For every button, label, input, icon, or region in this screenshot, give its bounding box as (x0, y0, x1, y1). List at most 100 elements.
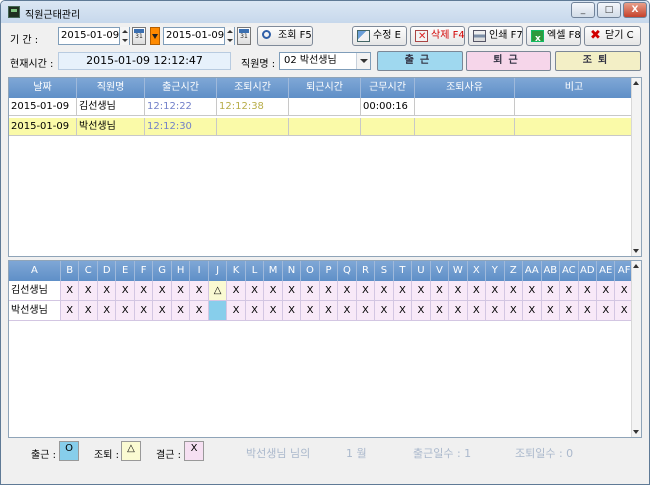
table-cell[interactable]: 2015-01-09 (9, 98, 77, 115)
date-from-spinner[interactable] (119, 27, 129, 45)
column-header[interactable]: I (190, 261, 209, 281)
day-cell[interactable]: X (449, 301, 468, 320)
day-cell[interactable]: X (449, 281, 468, 300)
day-cell[interactable] (208, 301, 228, 320)
day-cell[interactable]: X (264, 281, 283, 300)
column-header[interactable]: L (246, 261, 265, 281)
close-button[interactable]: ✖ 닫기 C (584, 26, 641, 46)
maximize-button[interactable]: □ (597, 2, 621, 18)
column-header[interactable]: AD (579, 261, 597, 281)
minimize-button[interactable]: _ (571, 2, 595, 18)
column-header[interactable]: Q (338, 261, 357, 281)
column-header[interactable]: AC (560, 261, 579, 281)
column-header[interactable]: S (375, 261, 394, 281)
scroll-down-icon[interactable] (632, 246, 641, 256)
table-cell[interactable]: 12:12:38 (217, 98, 289, 115)
day-cell[interactable]: △ (208, 281, 228, 300)
column-header[interactable]: X (468, 261, 487, 281)
column-header[interactable]: 날짜 (9, 78, 77, 98)
day-cell[interactable]: X (560, 301, 579, 320)
day-cell[interactable]: X (282, 301, 302, 320)
day-cell[interactable]: X (541, 301, 561, 320)
date-from-calendar-icon[interactable]: 31 (132, 27, 146, 45)
column-header[interactable]: M (264, 261, 283, 281)
column-header[interactable]: 출근시간 (145, 78, 217, 98)
day-cell[interactable]: X (560, 281, 579, 300)
day-cell[interactable]: X (430, 281, 450, 300)
table-cell[interactable]: 00:00:16 (361, 98, 415, 115)
day-cell[interactable]: X (97, 281, 117, 300)
attendance-scrollbar[interactable] (631, 78, 641, 256)
close-window-button[interactable]: X (623, 2, 647, 18)
column-header[interactable]: U (412, 261, 431, 281)
day-cell[interactable]: X (264, 301, 283, 320)
early-leave-button[interactable]: 조퇴 (555, 51, 641, 71)
day-cell[interactable]: X (171, 281, 191, 300)
day-cell[interactable]: X (467, 281, 487, 300)
day-cell[interactable]: X (578, 301, 597, 320)
checkin-button[interactable]: 출근 (377, 51, 463, 71)
print-button[interactable]: 인쇄 F7 (468, 26, 523, 46)
column-header[interactable]: N (283, 261, 302, 281)
day-cell[interactable]: X (282, 281, 302, 300)
day-cell[interactable]: X (375, 301, 394, 320)
table-cell[interactable] (515, 118, 634, 135)
day-cell[interactable]: X (319, 301, 339, 320)
search-button[interactable]: 조회 F5 (257, 26, 313, 46)
column-header[interactable]: 조퇴사유 (415, 78, 515, 98)
column-header[interactable]: AB (542, 261, 561, 281)
day-cell[interactable]: X (597, 281, 616, 300)
date-to-calendar-icon[interactable]: 31 (237, 27, 251, 45)
scroll-down-icon[interactable] (632, 427, 641, 437)
scroll-up-icon[interactable] (632, 261, 641, 271)
column-header[interactable]: E (116, 261, 135, 281)
day-cell[interactable]: X (523, 281, 542, 300)
day-cell[interactable]: X (171, 301, 191, 320)
monthly-scrollbar[interactable] (631, 261, 641, 437)
table-row[interactable]: 김선생님 X X X X X X X X △ X X X X X X X X X X X X X X X X X X X X X X (9, 281, 634, 301)
column-header[interactable]: R (357, 261, 376, 281)
column-header[interactable]: V (431, 261, 450, 281)
day-cell[interactable]: X (523, 301, 542, 320)
column-header[interactable]: J (209, 261, 228, 281)
day-cell[interactable]: X (541, 281, 561, 300)
chevron-down-icon[interactable] (356, 53, 370, 69)
delete-button[interactable]: 삭제 F4 (410, 26, 465, 46)
day-cell[interactable]: X (245, 301, 265, 320)
day-cell[interactable]: X (116, 301, 135, 320)
table-cell[interactable] (361, 118, 415, 135)
day-cell[interactable]: X (412, 281, 431, 300)
day-cell[interactable]: X (116, 281, 135, 300)
column-header[interactable]: AA (523, 261, 542, 281)
column-header[interactable]: W (449, 261, 468, 281)
column-header[interactable]: 비고 (515, 78, 634, 98)
table-cell[interactable] (217, 118, 289, 135)
column-header[interactable]: A (9, 261, 61, 281)
day-cell[interactable]: X (79, 301, 98, 320)
day-cell[interactable]: X (301, 301, 320, 320)
column-header[interactable]: H (172, 261, 191, 281)
day-cell[interactable]: X (393, 301, 413, 320)
day-cell[interactable]: X (578, 281, 597, 300)
day-cell[interactable]: X (190, 301, 209, 320)
day-cell[interactable]: X (430, 301, 450, 320)
scroll-up-icon[interactable] (632, 78, 641, 88)
table-cell[interactable] (415, 98, 515, 115)
day-cell[interactable]: X (486, 301, 505, 320)
day-cell[interactable]: X (356, 301, 376, 320)
table-cell[interactable]: 김선생님 (77, 98, 145, 115)
table-cell[interactable]: 박선생님 (77, 118, 145, 135)
column-header[interactable]: K (227, 261, 246, 281)
day-cell[interactable]: X (486, 281, 505, 300)
day-cell[interactable]: X (338, 301, 357, 320)
column-header[interactable]: 퇴근시간 (289, 78, 361, 98)
table-cell[interactable] (289, 98, 361, 115)
day-cell[interactable]: X (153, 281, 172, 300)
date-to-spinner[interactable] (224, 27, 234, 45)
date-to-field[interactable]: 2015-01-09 (163, 27, 235, 45)
day-cell[interactable]: X (338, 281, 357, 300)
day-cell[interactable]: X (393, 281, 413, 300)
day-cell[interactable]: X (504, 281, 524, 300)
edit-button[interactable]: 수정 E (352, 26, 407, 46)
table-cell[interactable]: 12:12:22 (145, 98, 217, 115)
